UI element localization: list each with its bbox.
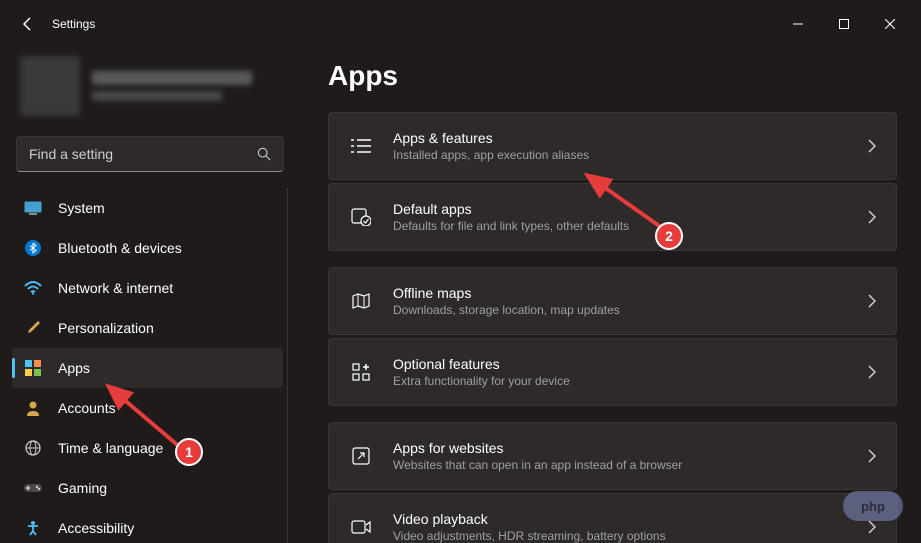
- sidebar-item-time-language[interactable]: Time & language: [12, 428, 283, 468]
- nav-label: Accessibility: [58, 520, 134, 536]
- main-content: Apps Apps & features Installed apps, app …: [300, 48, 921, 543]
- apps-icon: [24, 359, 42, 377]
- sidebar-item-bluetooth[interactable]: Bluetooth & devices: [12, 228, 283, 268]
- avatar: [20, 56, 80, 116]
- card-apps-features[interactable]: Apps & features Installed apps, app execu…: [328, 112, 897, 180]
- chevron-right-icon: [868, 449, 876, 463]
- card-title: Offline maps: [393, 285, 848, 301]
- watermark: php: [843, 491, 903, 521]
- card-sub: Installed apps, app execution aliases: [393, 148, 848, 162]
- sidebar-item-network[interactable]: Network & internet: [12, 268, 283, 308]
- nav-label: Gaming: [58, 480, 107, 496]
- chevron-right-icon: [868, 365, 876, 379]
- profile[interactable]: [12, 48, 288, 132]
- bluetooth-icon: [24, 239, 42, 257]
- window-title: Settings: [52, 17, 95, 31]
- card-default-apps[interactable]: Default apps Defaults for file and link t…: [328, 183, 897, 251]
- default-icon: [349, 208, 373, 226]
- sidebar-item-personalization[interactable]: Personalization: [12, 308, 283, 348]
- nav-label: Bluetooth & devices: [58, 240, 182, 256]
- wifi-icon: [24, 279, 42, 297]
- nav-label: System: [58, 200, 105, 216]
- card-title: Default apps: [393, 201, 848, 217]
- chevron-right-icon: [868, 520, 876, 534]
- search-input[interactable]: [29, 146, 257, 162]
- plus-grid-icon: [349, 363, 373, 381]
- page-title: Apps: [328, 60, 897, 92]
- card-sub: Extra functionality for your device: [393, 374, 848, 388]
- card-sub: Video adjustments, HDR streaming, batter…: [393, 529, 848, 543]
- nav-label: Personalization: [58, 320, 154, 336]
- close-button[interactable]: [867, 8, 913, 40]
- nav-label: Time & language: [58, 440, 163, 456]
- sidebar-item-accounts[interactable]: Accounts: [12, 388, 283, 428]
- card-title: Apps for websites: [393, 440, 848, 456]
- chevron-right-icon: [868, 210, 876, 224]
- card-offline-maps[interactable]: Offline maps Downloads, storage location,…: [328, 267, 897, 335]
- card-sub: Defaults for file and link types, other …: [393, 219, 848, 233]
- search-box[interactable]: [16, 136, 284, 172]
- chevron-right-icon: [868, 139, 876, 153]
- card-video-playback[interactable]: Video playback Video adjustments, HDR str…: [328, 493, 897, 543]
- nav-label: Network & internet: [58, 280, 173, 296]
- minimize-button[interactable]: [775, 8, 821, 40]
- sidebar-item-gaming[interactable]: Gaming: [12, 468, 283, 508]
- card-title: Apps & features: [393, 130, 848, 146]
- search-icon: [257, 147, 271, 161]
- chevron-right-icon: [868, 294, 876, 308]
- sidebar-item-system[interactable]: System: [12, 188, 283, 228]
- list-icon: [349, 137, 373, 155]
- globe-icon: [24, 439, 42, 457]
- nav-label: Accounts: [58, 400, 116, 416]
- map-icon: [349, 292, 373, 310]
- card-apps-for-websites[interactable]: Apps for websites Websites that can open …: [328, 422, 897, 490]
- nav-label: Apps: [58, 360, 90, 376]
- back-button[interactable]: [8, 4, 48, 44]
- system-icon: [24, 199, 42, 217]
- card-sub: Downloads, storage location, map updates: [393, 303, 848, 317]
- gamepad-icon: [24, 479, 42, 497]
- brush-icon: [24, 319, 42, 337]
- nav-list: System Bluetooth & devices Network & int…: [12, 188, 288, 543]
- accessibility-icon: [24, 519, 42, 537]
- maximize-button[interactable]: [821, 8, 867, 40]
- person-icon: [24, 399, 42, 417]
- video-icon: [349, 520, 373, 534]
- card-title: Video playback: [393, 511, 848, 527]
- sidebar-item-apps[interactable]: Apps: [12, 348, 283, 388]
- sidebar: System Bluetooth & devices Network & int…: [0, 48, 300, 543]
- open-app-icon: [349, 447, 373, 465]
- profile-text: [92, 71, 280, 101]
- card-sub: Websites that can open in an app instead…: [393, 458, 848, 472]
- card-title: Optional features: [393, 356, 848, 372]
- card-optional-features[interactable]: Optional features Extra functionality for…: [328, 338, 897, 406]
- sidebar-item-accessibility[interactable]: Accessibility: [12, 508, 283, 543]
